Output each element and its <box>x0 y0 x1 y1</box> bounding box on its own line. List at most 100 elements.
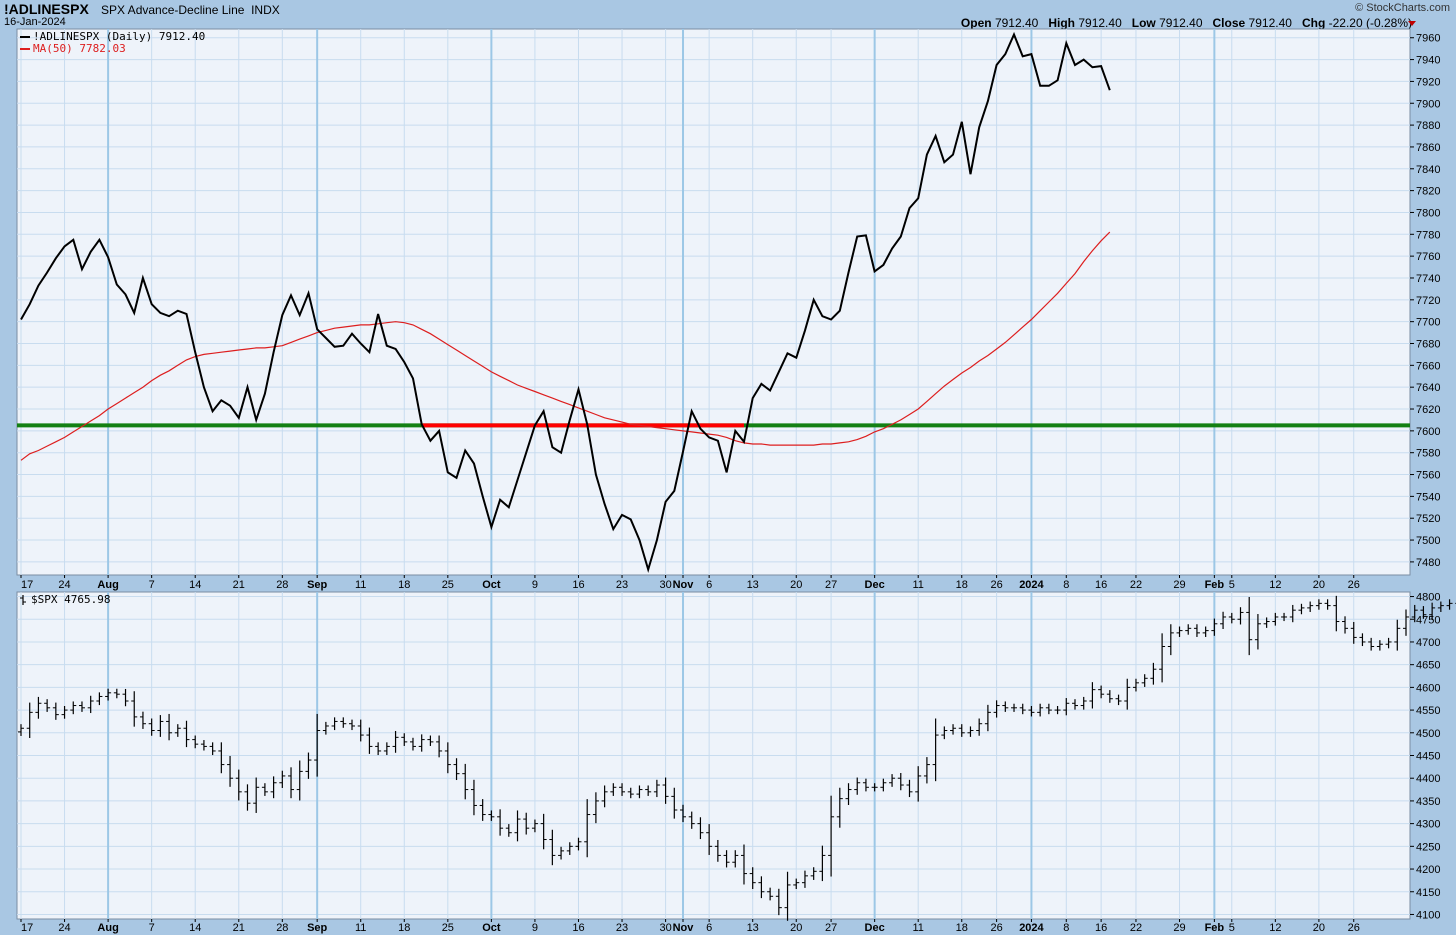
top-x-tick-label: 28 <box>276 579 288 591</box>
top-x-tick-label: 18 <box>956 579 968 591</box>
top-plot-area <box>16 28 1411 576</box>
top-x-tick-label: 13 <box>747 579 759 591</box>
top-y-tick-label: 7700 <box>1416 317 1440 329</box>
top-y-tick-label: 7520 <box>1416 513 1440 525</box>
top-x-tick-label: Oct <box>482 579 501 591</box>
top-y-tick-label: 7880 <box>1416 120 1440 132</box>
bottom-x-tick-label: 26 <box>1348 922 1360 934</box>
bottom-x-tick-label: 26 <box>990 922 1002 934</box>
top-x-tick-label: Dec <box>865 579 885 591</box>
bottom-x-tick-label: 16 <box>1095 922 1107 934</box>
bottom-y-tick-label: 4750 <box>1416 614 1440 626</box>
bottom-x-tick-label: Aug <box>97 922 118 934</box>
bottom-y-tick-label: 4800 <box>1416 592 1440 604</box>
chart-svg: 7480750075207540756075807600762076407660… <box>16 28 1456 934</box>
top-y-tick-label: 7840 <box>1416 164 1440 176</box>
top-x-tick-label: 27 <box>825 579 837 591</box>
legend-entry: MA(50) 7782.03 <box>33 42 126 55</box>
bottom-x-tick-label: 23 <box>616 922 628 934</box>
top-x-tick-label: 2024 <box>1019 579 1044 591</box>
top-y-tick-label: 7500 <box>1416 535 1440 547</box>
top-y-tick-label: 7920 <box>1416 76 1440 88</box>
bottom-x-tick-label: Nov <box>673 922 695 934</box>
top-y-tick-label: 7900 <box>1416 98 1440 110</box>
bottom-y-tick-label: 4100 <box>1416 909 1440 921</box>
bottom-x-tick-label: 13 <box>747 922 759 934</box>
bottom-x-tick-label: 18 <box>398 922 410 934</box>
top-y-tick-label: 7640 <box>1416 382 1440 394</box>
top-x-tick-label: 16 <box>572 579 584 591</box>
top-y-tick-label: 7820 <box>1416 186 1440 198</box>
bottom-y-tick-label: 4550 <box>1416 705 1440 717</box>
bottom-x-tick-label: 29 <box>1173 922 1185 934</box>
top-y-tick-label: 7720 <box>1416 295 1440 307</box>
top-x-tick-label: 23 <box>616 579 628 591</box>
top-y-tick-label: 7960 <box>1416 33 1440 45</box>
top-y-tick-label: 7780 <box>1416 229 1440 241</box>
top-x-tick-label: 6 <box>706 579 712 591</box>
bottom-x-tick-label: 28 <box>276 922 288 934</box>
bottom-x-tick-label: 14 <box>189 922 201 934</box>
bottom-x-tick-label: 27 <box>825 922 837 934</box>
bottom-x-tick-label: 20 <box>790 922 802 934</box>
top-y-tick-label: 7740 <box>1416 273 1440 285</box>
bottom-x-tick-label: 17 <box>21 922 33 934</box>
bottom-y-tick-label: 4500 <box>1416 728 1440 740</box>
bottom-x-tick-label: 18 <box>956 922 968 934</box>
bottom-x-tick-label: 25 <box>442 922 454 934</box>
bottom-x-tick-label: 8 <box>1063 922 1069 934</box>
top-x-tick-label: 14 <box>189 579 201 591</box>
top-x-tick-label: 24 <box>58 579 70 591</box>
bottom-y-tick-label: 4400 <box>1416 773 1440 785</box>
bottom-x-tick-label: Dec <box>865 922 885 934</box>
top-x-tick-label: 30 <box>659 579 671 591</box>
adline-panel: 7480750075207540756075807600762076407660… <box>16 28 1440 591</box>
top-x-tick-label: 17 <box>21 579 33 591</box>
bottom-x-tick-label: 12 <box>1269 922 1281 934</box>
bottom-x-tick-label: Oct <box>482 922 501 934</box>
legend-entry: $SPX 4765.98 <box>31 593 110 606</box>
bottom-x-tick-label: 11 <box>912 922 923 934</box>
top-y-tick-label: 7860 <box>1416 142 1440 154</box>
spx-panel: 4100 4150 4200 4250 4300 4350 4400 4450 4500 4550… <box>16 591 1456 934</box>
bottom-y-tick-label: 4350 <box>1416 796 1440 808</box>
top-x-tick-label: 20 <box>790 579 802 591</box>
bottom-y-tick-label: 4150 <box>1416 887 1440 899</box>
bottom-x-tick-label: 5 <box>1229 922 1235 934</box>
top-x-tick-label: 20 <box>1313 579 1325 591</box>
top-x-tick-label: Sep <box>307 579 327 591</box>
bottom-y-tick-label: 4600 <box>1416 682 1440 694</box>
bottom-x-tick-label: 2024 <box>1019 922 1044 934</box>
bottom-y-tick-label: 4300 <box>1416 819 1440 831</box>
bottom-x-tick-label: Feb <box>1205 922 1225 934</box>
top-x-tick-label: 11 <box>355 579 366 591</box>
bottom-y-tick-label: 4250 <box>1416 841 1440 853</box>
bottom-y-tick-label: 4450 <box>1416 751 1440 763</box>
top-y-tick-label: 7760 <box>1416 251 1440 263</box>
bottom-x-tick-label: 30 <box>659 922 671 934</box>
bottom-x-tick-label: 11 <box>355 922 366 934</box>
bottom-y-tick-label: 4200 <box>1416 864 1440 876</box>
top-x-tick-label: 29 <box>1173 579 1185 591</box>
bottom-x-tick-label: 7 <box>149 922 155 934</box>
chart-window: !ADLINESPX SPX Advance-Decline Line INDX… <box>0 0 1456 935</box>
top-x-tick-label: 11 <box>912 579 923 591</box>
top-x-tick-label: 9 <box>532 579 538 591</box>
bottom-x-tick-label: 9 <box>532 922 538 934</box>
top-y-tick-label: 7600 <box>1416 426 1440 438</box>
bottom-x-tick-label: 6 <box>706 922 712 934</box>
top-x-tick-label: 8 <box>1063 579 1069 591</box>
top-x-tick-label: 12 <box>1269 579 1281 591</box>
top-x-tick-label: Aug <box>97 579 118 591</box>
bottom-y-tick-label: 4700 <box>1416 637 1440 649</box>
top-y-tick-label: 7480 <box>1416 557 1440 569</box>
bottom-x-tick-label: 22 <box>1130 922 1142 934</box>
top-y-tick-label: 7560 <box>1416 470 1440 482</box>
top-y-tick-label: 7580 <box>1416 448 1440 460</box>
top-x-tick-label: Feb <box>1205 579 1225 591</box>
bottom-x-tick-label: 16 <box>572 922 584 934</box>
top-x-tick-label: 5 <box>1229 579 1235 591</box>
bottom-x-tick-label: 24 <box>58 922 70 934</box>
top-x-tick-label: 26 <box>990 579 1002 591</box>
top-y-tick-label: 7940 <box>1416 55 1440 67</box>
